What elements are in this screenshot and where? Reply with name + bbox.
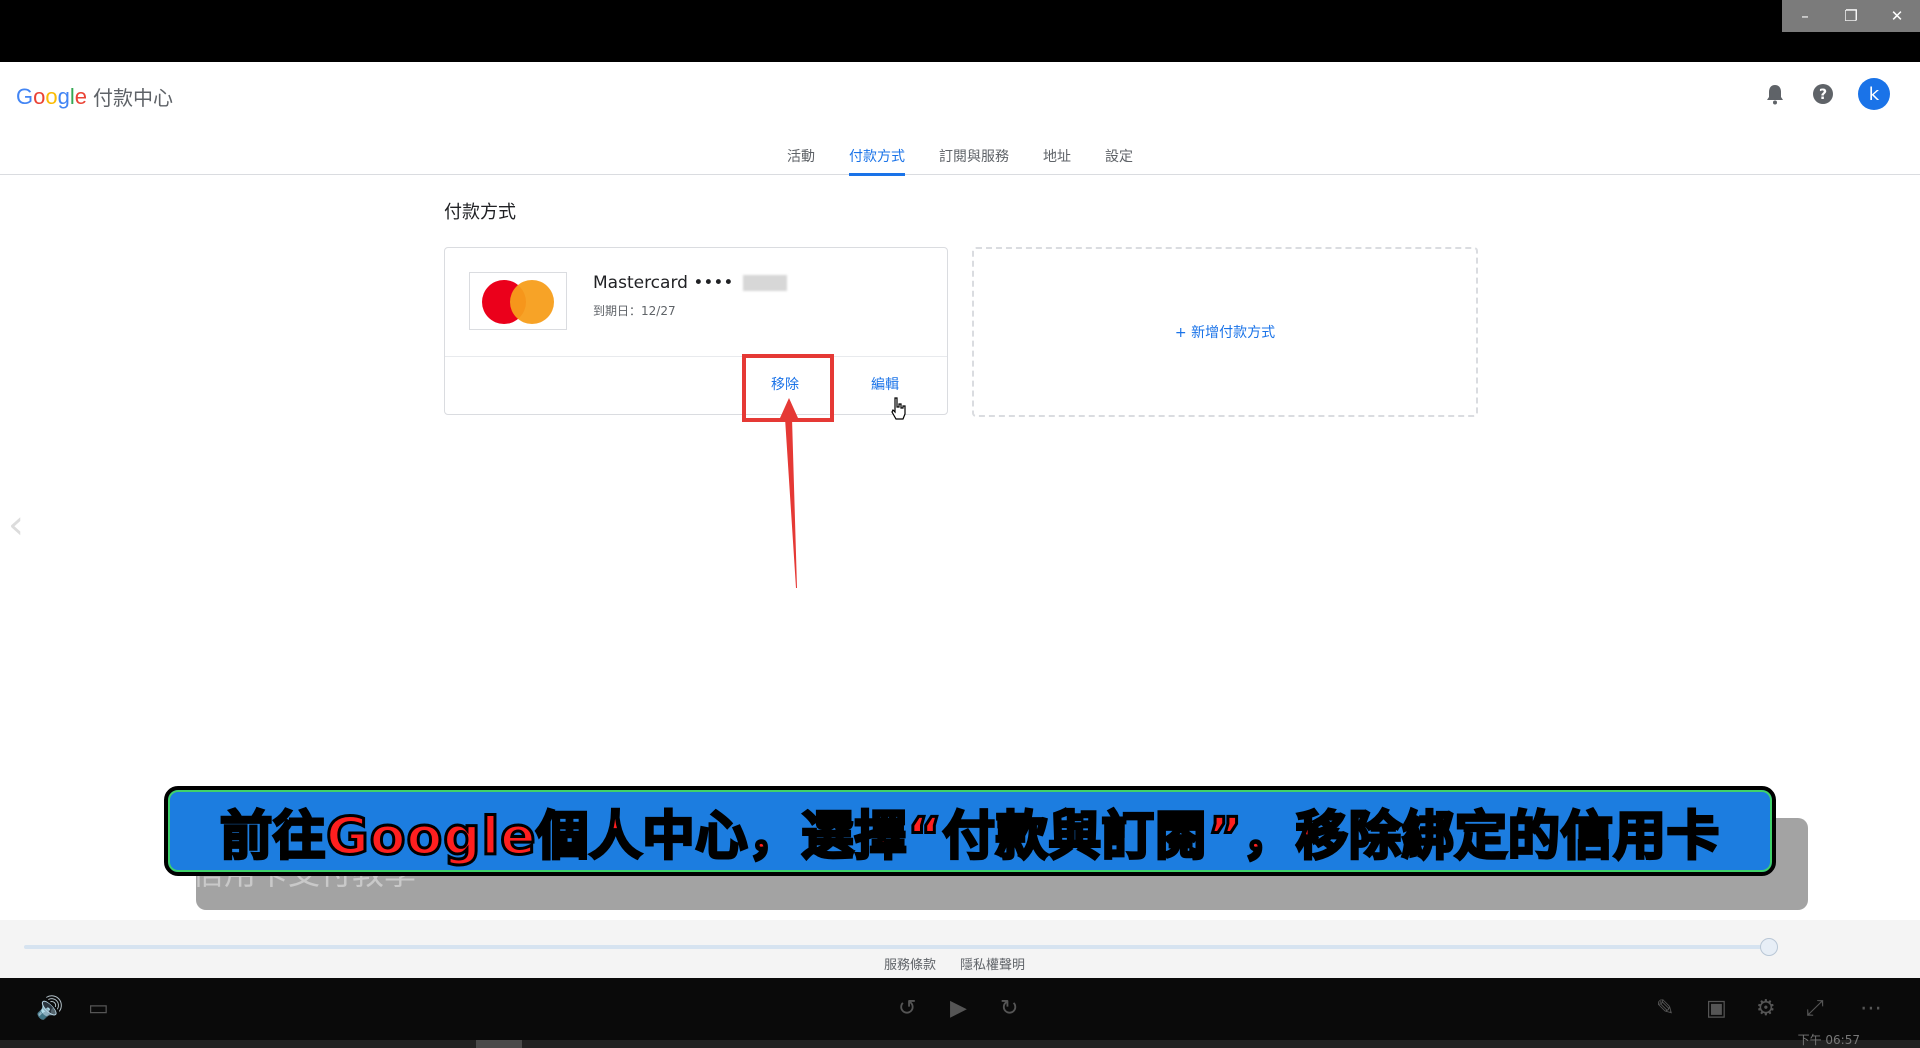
terms-link[interactable]: 服務條款 [884, 954, 936, 973]
player-scrub-position [476, 1040, 523, 1048]
tab-payment-methods[interactable]: 付款方式 [849, 146, 905, 176]
card-expiry: 到期日：12/27 [593, 304, 676, 318]
google-logo[interactable]: Google 付款中心 [16, 82, 173, 111]
header-actions: ? k [1762, 78, 1890, 110]
page-title: 付款方式 [444, 202, 516, 223]
forward-30-icon[interactable]: ↻ [1000, 996, 1018, 1021]
pen-icon[interactable]: ✎ [1656, 996, 1674, 1021]
tab-bar: 活動 付款方式 訂閱與服務 地址 設定 [0, 146, 1920, 176]
close-button[interactable]: ✕ [1874, 0, 1920, 32]
chevron-left-icon[interactable]: ‹ [8, 502, 24, 548]
card-name-row: Mastercard •••• [593, 273, 787, 293]
hand-cursor-icon [891, 397, 906, 420]
bell-icon[interactable] [1762, 81, 1788, 107]
tutorial-banner: 前往Google個人中心，選擇“付款與訂閱”，移除綁定的信用卡 [164, 786, 1776, 876]
settings-icon[interactable]: ⚙ [1756, 996, 1776, 1021]
rewind-10-icon[interactable]: ↺ [898, 996, 916, 1021]
edit-button[interactable]: 編輯 [871, 374, 899, 394]
product-name: 付款中心 [93, 86, 174, 110]
volume-icon[interactable]: 🔊 [36, 996, 63, 1021]
tab-subscriptions[interactable]: 訂閱與服務 [939, 146, 1009, 174]
progress-knob[interactable] [1760, 938, 1778, 956]
tab-activity[interactable]: 活動 [787, 146, 815, 174]
card-divider [445, 356, 947, 357]
google-wordmark: Google [16, 83, 88, 109]
card-name: Mastercard •••• [593, 273, 734, 293]
player-scrub-track[interactable] [0, 1040, 1920, 1048]
window-titlebar: – ❐ ✕ [0, 0, 1920, 62]
avatar[interactable]: k [1858, 78, 1890, 110]
card-number-blurred [742, 275, 787, 291]
window-controls: – ❐ ✕ [1782, 0, 1920, 32]
restore-button[interactable]: ❐ [1828, 0, 1874, 32]
more-icon[interactable]: ⋯ [1860, 996, 1882, 1021]
video-progress-bar[interactable] [24, 938, 1778, 956]
fullscreen-icon[interactable]: ⤢ [1806, 996, 1824, 1021]
video-player-controls: 🔊 ▭ ↺ ▶ ↻ ✎ ▣ ⚙ ⤢ ⋯ 下午 06:57 [0, 978, 1920, 1048]
footer-links: 服務條款 隱私權聲明 [884, 954, 1025, 973]
privacy-link[interactable]: 隱私權聲明 [960, 954, 1025, 973]
play-icon[interactable]: ▶ [950, 996, 967, 1021]
tab-settings[interactable]: 設定 [1105, 146, 1133, 174]
captions-icon[interactable]: ▭ [88, 996, 109, 1021]
app-header: Google 付款中心 ? k 活動 付款方式 訂閱與服務 地址 設定 [0, 62, 1920, 176]
miniplayer-icon[interactable]: ▣ [1706, 996, 1727, 1021]
payment-card: Mastercard •••• 到期日：12/27 移除 編輯 [444, 247, 948, 415]
mastercard-orange-circle [510, 280, 554, 324]
tab-addresses[interactable]: 地址 [1043, 146, 1071, 174]
mastercard-logo-icon [469, 272, 567, 330]
add-payment-method-button[interactable]: + 新增付款方式 [972, 247, 1478, 417]
highlight-box [742, 354, 834, 422]
banner-text: 前往Google個人中心，選擇“付款與訂閱”，移除綁定的信用卡 [219, 805, 1721, 868]
minimize-button[interactable]: – [1782, 0, 1828, 32]
help-icon[interactable]: ? [1810, 81, 1836, 107]
svg-text:?: ? [1819, 87, 1827, 103]
page-footer: 服務條款 隱私權聲明 [0, 920, 1920, 978]
system-clock: 下午 06:57 [1797, 1033, 1860, 1047]
